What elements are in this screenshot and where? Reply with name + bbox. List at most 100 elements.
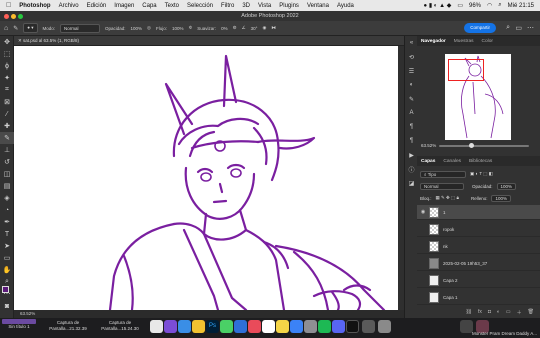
menu-ayuda[interactable]: Ayuda bbox=[337, 3, 354, 9]
spotify-icon[interactable] bbox=[318, 320, 331, 333]
messages-icon[interactable] bbox=[220, 320, 233, 333]
dock-window-captura-2[interactable]: Captura de Pantalla...15.24.30 bbox=[96, 320, 144, 332]
lasso-tool-icon[interactable]: ϕ bbox=[0, 60, 14, 72]
type-tool-icon[interactable]: T bbox=[0, 228, 14, 240]
dodge-tool-icon[interactable]: ◔ bbox=[0, 204, 14, 216]
mask-icon[interactable]: ◘ bbox=[488, 309, 491, 318]
move-tool-icon[interactable]: ✥ bbox=[0, 36, 14, 48]
foreground-color-swatch[interactable] bbox=[2, 286, 9, 293]
gradient-tool-icon[interactable]: ▤ bbox=[0, 180, 14, 192]
battery-icon[interactable]: ▭ bbox=[457, 2, 463, 9]
blur-tool-icon[interactable]: ◈ bbox=[0, 192, 14, 204]
menu-imagen[interactable]: Imagen bbox=[114, 3, 134, 9]
path-select-icon[interactable]: ➤ bbox=[0, 240, 14, 252]
music-icon[interactable] bbox=[248, 320, 261, 333]
menu-capa[interactable]: Capa bbox=[142, 3, 156, 9]
slider-handle[interactable] bbox=[469, 143, 474, 148]
link-icon[interactable]: ⛓ bbox=[466, 309, 472, 318]
zoom-window-button[interactable] bbox=[18, 14, 23, 19]
brush-size-picker[interactable]: ● ▾ bbox=[23, 23, 38, 33]
menu-ventana[interactable]: Ventana bbox=[307, 3, 329, 9]
stamp-tool-icon[interactable]: ⊥ bbox=[0, 144, 14, 156]
discord-icon[interactable] bbox=[332, 320, 345, 333]
terminal-icon[interactable] bbox=[346, 320, 359, 333]
menu-app-name[interactable]: Photoshop bbox=[19, 3, 50, 9]
eyedropper-tool-icon[interactable]: ⁄ bbox=[0, 108, 14, 120]
layer-row[interactable]: ropok bbox=[417, 222, 540, 237]
smoothing-value[interactable]: 0% bbox=[221, 26, 228, 31]
layer-name[interactable]: Capa 1 bbox=[443, 295, 458, 300]
adjustment-layer-icon[interactable]: ◐ bbox=[497, 309, 500, 318]
home-icon[interactable]: ⌂ bbox=[4, 25, 8, 32]
menu-archivo[interactable]: Archivo bbox=[59, 3, 79, 9]
close-window-button[interactable] bbox=[4, 14, 9, 19]
quick-select-tool-icon[interactable]: ✦ bbox=[0, 72, 14, 84]
eraser-tool-icon[interactable]: ◫ bbox=[0, 168, 14, 180]
brush-tool-icon[interactable]: ✎ bbox=[0, 132, 14, 144]
clock[interactable]: Mié 21:15 bbox=[508, 3, 534, 9]
navigator-view-box[interactable] bbox=[448, 59, 484, 81]
hand-tool-icon[interactable]: ✋ bbox=[0, 264, 14, 276]
angle-value[interactable]: 30° bbox=[251, 26, 258, 31]
finder-icon[interactable] bbox=[150, 320, 163, 333]
layer-row[interactable]: 2025-02-05 19h53_37 bbox=[417, 256, 540, 271]
menu-texto[interactable]: Texto bbox=[165, 3, 179, 9]
photoshop-icon[interactable]: Ps bbox=[206, 320, 219, 333]
crop-tool-icon[interactable]: ⌗ bbox=[0, 84, 14, 96]
photos-icon[interactable] bbox=[262, 320, 275, 333]
pen-tool-icon[interactable]: ✒ bbox=[0, 216, 14, 228]
wifi-icon[interactable]: ◠ bbox=[487, 2, 492, 9]
layer-name[interactable]: Capa 2 bbox=[443, 278, 458, 283]
tab-color[interactable]: Color bbox=[478, 39, 497, 44]
apple-icon[interactable]:  bbox=[6, 2, 11, 9]
eye-icon[interactable]: ◉ bbox=[417, 209, 429, 215]
app-store-icon[interactable] bbox=[290, 320, 303, 333]
layer-name[interactable]: ropok bbox=[443, 227, 454, 232]
layer-row[interactable]: Capa 1 bbox=[417, 290, 540, 305]
layer-row[interactable]: Capa 2 bbox=[417, 273, 540, 288]
new-layer-icon[interactable]: ＋ bbox=[517, 309, 522, 318]
airbrush-icon[interactable]: ✲ bbox=[189, 25, 193, 31]
chrome-icon[interactable] bbox=[192, 320, 205, 333]
layer-name[interactable]: nk bbox=[443, 244, 448, 249]
pressure-opacity-icon[interactable]: ◎ bbox=[147, 25, 151, 31]
blend-mode-select[interactable]: Normal bbox=[420, 182, 464, 190]
brush-preset-icon[interactable]: ✎ bbox=[13, 25, 18, 32]
document-tab[interactable]: ✕ sat.psd al 63.5% (1, RGB/8) bbox=[14, 36, 404, 46]
share-button[interactable]: Compartir bbox=[464, 23, 496, 33]
trash-dock-icon[interactable] bbox=[378, 320, 391, 333]
workspace-icon[interactable]: ▭ bbox=[515, 24, 522, 32]
tab-capas[interactable]: Capas bbox=[417, 159, 439, 164]
tab-navegador[interactable]: Navegador bbox=[417, 39, 450, 44]
pressure-size-icon[interactable]: ◉ bbox=[262, 25, 266, 31]
layer-row[interactable]: nk bbox=[417, 239, 540, 254]
mode-select[interactable]: Normal bbox=[60, 23, 101, 33]
navigator-zoom-slider[interactable] bbox=[439, 143, 529, 148]
filter-icons[interactable]: ▣ ◐ T ⬚ ◧ bbox=[470, 171, 493, 177]
dock-window-sin-titulo[interactable]: Sin título 1 bbox=[2, 319, 36, 330]
layer-row[interactable]: ◉ 1 bbox=[417, 205, 540, 220]
search-icon[interactable]: ⌕ bbox=[506, 24, 510, 32]
fx-icon[interactable]: fx bbox=[478, 309, 482, 318]
history-brush-icon[interactable]: ↺ bbox=[0, 156, 14, 168]
shape-tool-icon[interactable]: ▭ bbox=[0, 252, 14, 264]
healing-tool-icon[interactable]: ✚ bbox=[0, 120, 14, 132]
downloads-icon[interactable] bbox=[362, 320, 375, 333]
marquee-tool-icon[interactable]: ⬚ bbox=[0, 48, 14, 60]
menu-3d[interactable]: 3D bbox=[242, 3, 250, 9]
navigator-preview[interactable] bbox=[445, 54, 511, 140]
group-icon[interactable]: ▭ bbox=[506, 309, 511, 318]
safari-icon[interactable] bbox=[178, 320, 191, 333]
launchpad-icon[interactable] bbox=[164, 320, 177, 333]
menu-filtro[interactable]: Filtro bbox=[221, 3, 234, 9]
settings-icon[interactable] bbox=[304, 320, 317, 333]
menu-vista[interactable]: Vista bbox=[258, 3, 271, 9]
minimize-window-button[interactable] bbox=[11, 14, 16, 19]
layer-name[interactable]: 2025-02-05 19h53_37 bbox=[443, 261, 487, 266]
layer-filter-select[interactable]: ⌕ Tipo bbox=[420, 170, 466, 178]
trash-icon[interactable]: 🗑︎ bbox=[528, 309, 534, 318]
notes-icon[interactable] bbox=[276, 320, 289, 333]
menu-seleccion[interactable]: Selección bbox=[187, 3, 213, 9]
menu-plugins[interactable]: Plugins bbox=[279, 3, 299, 9]
canvas[interactable] bbox=[14, 46, 398, 310]
